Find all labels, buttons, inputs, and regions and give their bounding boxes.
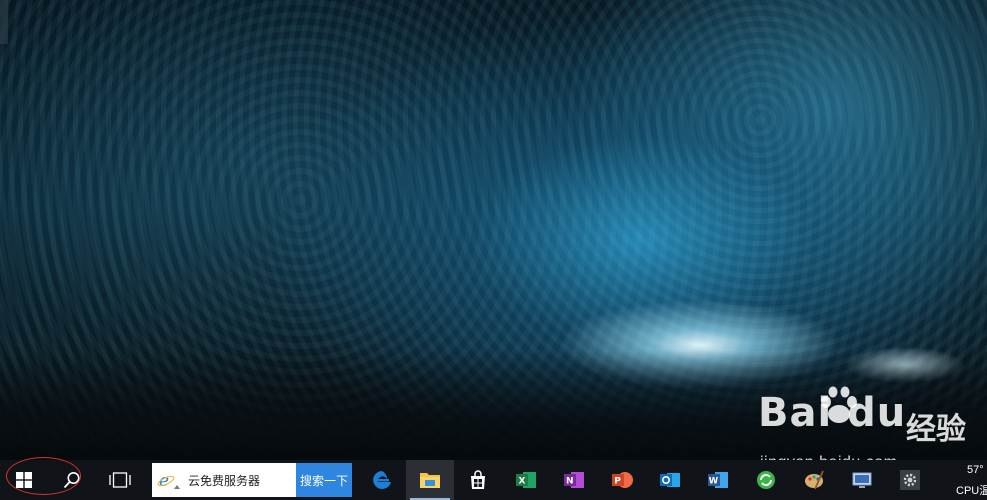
- svg-text:N: N: [566, 477, 574, 487]
- svg-text:W: W: [709, 477, 719, 487]
- store-icon: [471, 470, 485, 489]
- outlook-icon: [660, 473, 680, 487]
- taskbar-app-settings[interactable]: [886, 460, 934, 500]
- settings-icon: [900, 470, 920, 490]
- taskbar-app-excel[interactable]: X: [502, 460, 550, 500]
- taskbar-app-edge[interactable]: [358, 460, 406, 500]
- taskbar-app-word[interactable]: W: [694, 460, 742, 500]
- svg-text:P: P: [614, 477, 621, 487]
- desktop-edge-widget: [0, 0, 8, 44]
- search-submit-button[interactable]: 搜索一下: [296, 463, 352, 497]
- toolbar-search-box[interactable]: e 云免费服务器: [152, 463, 296, 497]
- green-refresh-icon: [757, 471, 775, 489]
- powerpoint-icon: P: [612, 472, 633, 488]
- taskbar-app-outlook[interactable]: [646, 460, 694, 500]
- file-explorer-icon: [420, 473, 440, 488]
- taskbar-app-refresh[interactable]: [742, 460, 790, 500]
- taskbar-app-powerpoint[interactable]: P: [598, 460, 646, 500]
- taskbar-app-store[interactable]: [454, 460, 502, 500]
- word-icon: W: [708, 472, 728, 488]
- chevron-up-icon: [174, 485, 180, 489]
- onenote-icon: N: [564, 472, 584, 488]
- start-annotation-circle: [6, 457, 81, 495]
- paint-icon: [805, 470, 824, 490]
- svg-text:X: X: [519, 477, 526, 487]
- paw-icon: [821, 386, 857, 423]
- monitor-icon: [852, 472, 872, 488]
- excel-icon: X: [516, 472, 536, 488]
- taskbar-app-monitor[interactable]: [838, 460, 886, 500]
- ie-icon: e: [157, 471, 175, 489]
- task-view-icon: [109, 472, 131, 488]
- taskbar: e 云免费服务器 搜索一下 X N P W: [0, 460, 987, 500]
- system-tray-cpu-temp[interactable]: 57° CPU温: [952, 460, 987, 500]
- browser-dropdown[interactable]: e: [152, 471, 180, 489]
- edge-icon: [373, 471, 391, 489]
- cpu-temperature-value: 57°: [967, 464, 984, 476]
- taskbar-app-onenote[interactable]: N: [550, 460, 598, 500]
- search-input[interactable]: 云免费服务器: [188, 472, 260, 489]
- taskbar-app-paint[interactable]: [790, 460, 838, 500]
- task-view-button[interactable]: [96, 460, 144, 500]
- taskbar-app-file-explorer[interactable]: [406, 460, 454, 500]
- cpu-temperature-label: CPU温: [956, 485, 987, 497]
- watermark-cn-text: 经验: [906, 413, 966, 446]
